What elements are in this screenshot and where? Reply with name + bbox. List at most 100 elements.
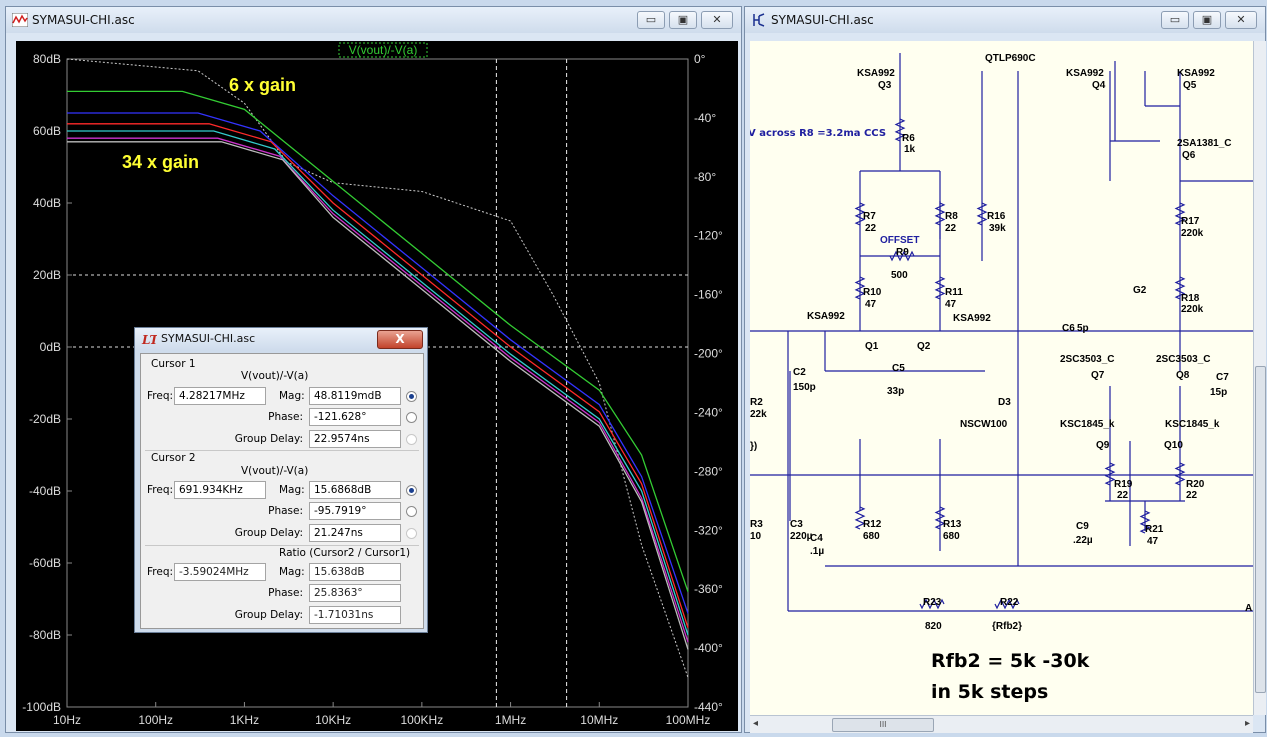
component-label: R22: [1000, 597, 1019, 608]
vertical-scrollbar[interactable]: [1253, 41, 1266, 715]
maximize-button[interactable]: ▣: [669, 11, 697, 29]
horizontal-scrollbar[interactable]: ◂ III ▸: [750, 715, 1253, 733]
component-label: C2: [793, 367, 806, 378]
annotation-6x-gain: 6 x gain: [229, 75, 296, 95]
component-label: R12: [863, 519, 882, 530]
component-label: OFFSET: [880, 235, 920, 246]
divider: [145, 545, 419, 546]
ccs-note: V across R8 =3.2ma CCS: [750, 128, 887, 139]
y2-tick-label: -200°: [694, 347, 723, 361]
cursor1-freq-field[interactable]: 4.28217MHz: [174, 387, 266, 405]
y-tick-label: -20dB: [29, 412, 61, 426]
component-label: 10: [750, 531, 762, 542]
y2-tick-label: -320°: [694, 523, 723, 537]
x-tick-label: 1KHz: [230, 713, 259, 727]
cursor1-gd-field[interactable]: 22.9574ns: [309, 430, 401, 448]
component-label: A: [1245, 603, 1253, 614]
dialog-close-button[interactable]: X: [377, 330, 423, 349]
plot-window-titlebar[interactable]: SYMASUI-CHI.asc ▭ ▣ ✕: [6, 7, 741, 33]
component-label: Q8: [1176, 370, 1190, 381]
component-label: .22µ: [1073, 535, 1093, 546]
resistor: [1104, 462, 1116, 486]
cursor-dialog-titlebar[interactable]: LT SYMASUI-CHI.asc X: [135, 328, 427, 350]
component-label: KSA992: [807, 311, 845, 322]
schematic-canvas[interactable]: V across R8 =3.2ma CCS Rfb2 = 5k -30k in…: [750, 41, 1253, 715]
component-label: 15p: [1210, 387, 1228, 398]
component-label: 2SC3503_C: [1060, 354, 1115, 365]
component-label: R20: [1186, 479, 1205, 490]
close-button[interactable]: ✕: [1225, 11, 1257, 29]
minimize-button[interactable]: ▭: [1161, 11, 1189, 29]
cursor2-section: Cursor 2: [151, 452, 196, 464]
annotation-34x-gain: 34 x gain: [122, 152, 199, 172]
component-label: 2SA1381_C: [1177, 138, 1232, 149]
close-button[interactable]: ✕: [701, 11, 733, 29]
y2-tick-label: -360°: [694, 582, 723, 596]
steps-note: in 5k steps: [931, 681, 1049, 703]
component-label: NSCW100: [960, 419, 1008, 430]
cursor2-phase-radio[interactable]: [406, 506, 417, 517]
y-tick-label: 20dB: [33, 268, 61, 282]
component-label: Q6: [1182, 150, 1196, 161]
y2-tick-label: -120°: [694, 229, 723, 243]
component-label: 150p: [793, 382, 816, 393]
cursor2-expression: V(vout)/-V(a): [241, 465, 309, 477]
cursor2-mag-radio[interactable]: [406, 485, 417, 496]
resistor: [934, 202, 946, 226]
cursor1-expression: V(vout)/-V(a): [241, 370, 309, 382]
cursor2-freq-field[interactable]: 691.934KHz: [174, 481, 266, 499]
component-label: R19: [1114, 479, 1133, 490]
cursor2-phase-field[interactable]: -95.7919°: [309, 502, 401, 520]
cursor2-freq-label: Freq:: [147, 484, 174, 496]
ratio-gd-field: -1.71031ns: [309, 606, 401, 624]
component-label: C7: [1216, 372, 1229, 383]
minimize-button[interactable]: ▭: [637, 11, 665, 29]
cursor1-gd-label: Group Delay:: [234, 433, 303, 445]
component-label: R9: [896, 247, 909, 258]
component-label: C6: [1062, 323, 1075, 334]
maximize-button[interactable]: ▣: [1193, 11, 1221, 29]
component-label: KSA992: [857, 68, 895, 79]
component-label: 500: [891, 270, 908, 281]
cursor1-mag-radio[interactable]: [406, 391, 417, 402]
cursor1-phase-field[interactable]: -121.628°: [309, 408, 401, 426]
component-label: 33p: [887, 386, 905, 397]
y-tick-label: -100dB: [22, 700, 61, 714]
component-label: R18: [1181, 293, 1200, 304]
cursor2-mag-field[interactable]: 15.6868dB: [309, 481, 401, 499]
y2-tick-label: -240°: [694, 405, 723, 419]
component-label: R6: [902, 133, 915, 144]
component-label: 22: [1117, 490, 1129, 501]
x-tick-label: 100KHz: [401, 713, 444, 727]
component-label: 22: [1186, 490, 1198, 501]
scroll-left-arrow-icon[interactable]: ◂: [753, 718, 758, 729]
component-label: C5: [892, 363, 905, 374]
component-label: 2SC3503_C: [1156, 354, 1211, 365]
vertical-scroll-thumb[interactable]: [1255, 366, 1266, 693]
component-label: 22: [945, 223, 957, 234]
component-label: Q1: [865, 341, 879, 352]
ratio-mag-label: Mag:: [279, 566, 305, 578]
scroll-right-arrow-icon[interactable]: ▸: [1245, 718, 1250, 729]
component-label: 22: [865, 223, 877, 234]
component-label: G2: [1133, 285, 1147, 296]
cursor2-gd-label: Group Delay:: [234, 527, 303, 539]
component-label: 220k: [1181, 304, 1204, 315]
component-label: R3: [750, 519, 763, 530]
y2-tick-label: -160°: [694, 288, 723, 302]
horizontal-scroll-thumb[interactable]: III: [832, 718, 934, 732]
component-label: KSC1845_k: [1060, 419, 1115, 430]
component-label: Q2: [917, 341, 931, 352]
cursor1-mag-field[interactable]: 48.8119mdB: [309, 387, 401, 405]
cursor2-gd-field[interactable]: 21.247ns: [309, 524, 401, 542]
component-label: 47: [945, 299, 957, 310]
component-label: R23: [923, 597, 942, 608]
y2-tick-label: -400°: [694, 641, 723, 655]
component-label: Q3: [878, 80, 892, 91]
ratio-mag-field: 15.638dB: [309, 563, 401, 581]
component-label: 680: [863, 531, 880, 542]
schematic-window-titlebar[interactable]: SYMASUI-CHI.asc ▭ ▣ ✕: [745, 7, 1265, 33]
cursor1-mag-label: Mag:: [279, 390, 305, 402]
component-label: 39k: [989, 223, 1006, 234]
cursor1-phase-radio[interactable]: [406, 412, 417, 423]
